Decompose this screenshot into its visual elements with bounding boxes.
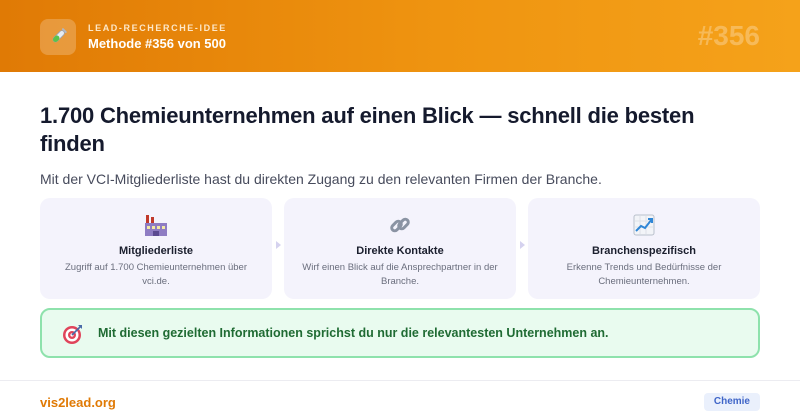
eyebrow-label: LEAD-RECHERCHE-IDEE: [88, 23, 227, 33]
callout-text: Mit diesen gezielten Informationen spric…: [98, 326, 609, 340]
method-number: #356: [697, 20, 760, 51]
step-arrow: [276, 241, 281, 249]
logo-badge: [40, 19, 76, 55]
method-counter: Methode #356 von 500: [88, 36, 226, 51]
callout-box: Mit diesen gezielten Informationen spric…: [40, 308, 760, 358]
card-title: Direkte Kontakte: [356, 245, 444, 257]
step-arrow: [520, 241, 525, 249]
page-subtitle: Mit der VCI-Mitgliederliste hast du dire…: [40, 171, 602, 187]
feature-card-branchenspezifisch: Branchenspezifisch Erkenne Trends und Be…: [528, 198, 760, 299]
feature-card-mitgliederliste: Mitgliederliste Zugriff auf 1.700 Chemie…: [40, 198, 272, 299]
card-title: Mitgliederliste: [119, 245, 193, 257]
target-icon: [63, 325, 82, 344]
card-description: Zugriff auf 1.700 Chemieunternehmen über…: [64, 262, 248, 287]
page-title: 1.700 Chemieunternehmen auf einen Blick …: [40, 103, 695, 156]
card-title: Branchenspezifisch: [592, 245, 696, 257]
brand-link[interactable]: vis2lead.org: [40, 395, 116, 410]
factory-icon: [145, 215, 167, 236]
chart-up-icon: [633, 214, 655, 236]
header-banner: LEAD-RECHERCHE-IDEE Methode #356 von 500…: [0, 0, 800, 72]
card-description: Wirf einen Blick auf die Ansprechpartner…: [302, 262, 498, 287]
footer: vis2lead.org Chemie: [0, 380, 800, 420]
feature-card-direkte-kontakte: Direkte Kontakte Wirf einen Blick auf di…: [284, 198, 516, 299]
test-tube-icon: [52, 28, 67, 43]
link-icon: [390, 217, 410, 233]
category-tag: Chemie: [703, 393, 760, 411]
card-description: Erkenne Trends und Bedürfnisse der Chemi…: [566, 262, 722, 287]
